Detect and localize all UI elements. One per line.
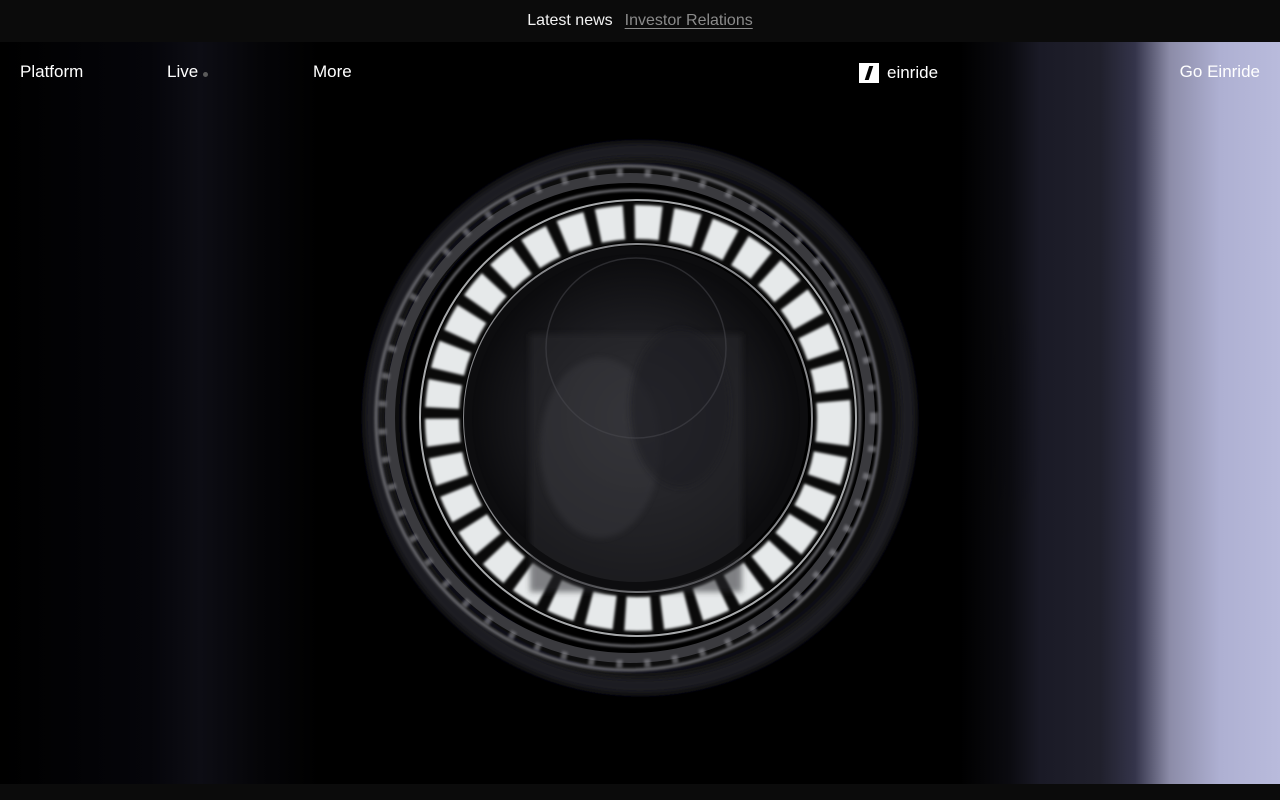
go-einride-button[interactable]: Go Einride (1180, 62, 1260, 82)
hero-video (0, 42, 1280, 784)
einride-logo[interactable]: einride (859, 63, 938, 83)
bottom-strip (0, 784, 1280, 800)
live-indicator-icon (203, 72, 208, 77)
main-nav: Platform Live More Go Einride (0, 42, 1280, 102)
announcement-text: Latest news (527, 12, 613, 29)
investor-relations-link[interactable]: Investor Relations (625, 12, 753, 30)
nav-more[interactable]: More (313, 62, 352, 82)
light-ring-icon (350, 128, 930, 708)
logo-text: einride (887, 63, 939, 82)
nav-platform[interactable]: Platform (20, 62, 83, 82)
nav-live[interactable]: Live (167, 62, 198, 82)
announcement-bar: Latest news Investor Relations (0, 0, 1280, 42)
einride-mark-icon (859, 63, 879, 83)
